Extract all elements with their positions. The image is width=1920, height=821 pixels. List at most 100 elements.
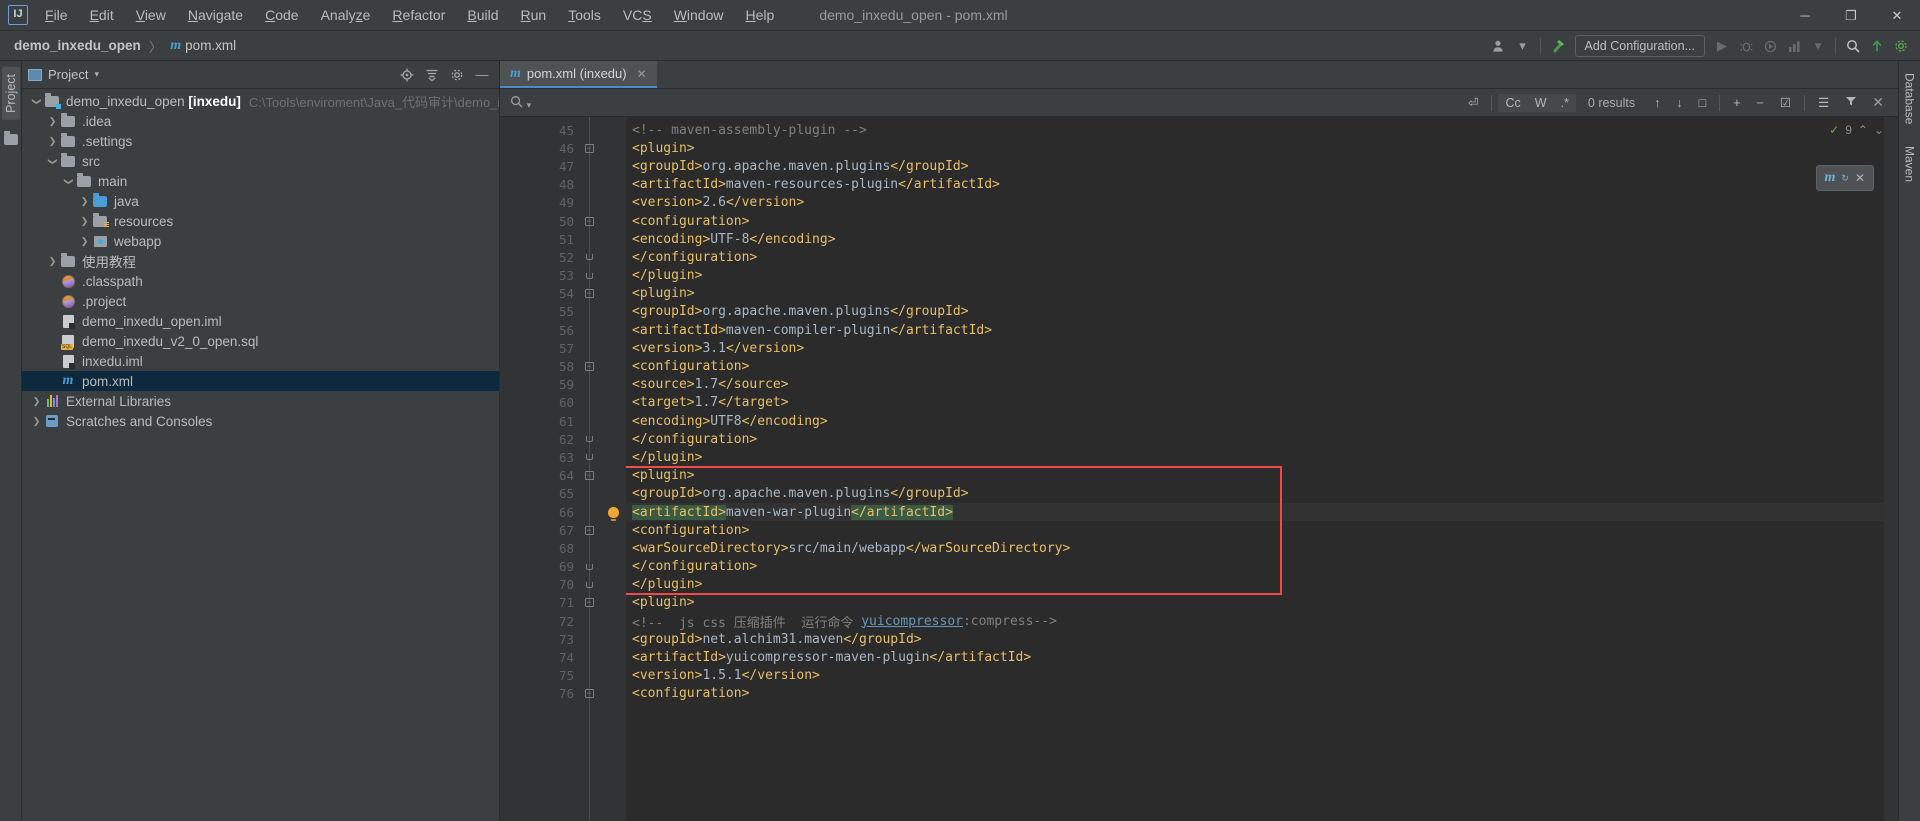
line-number[interactable]: 48 (500, 176, 578, 194)
breadcrumb-file[interactable]: m pom.xml (166, 36, 240, 56)
menu-refactor[interactable]: Refactor (381, 3, 456, 27)
fold-marker[interactable]: − (578, 212, 600, 230)
chevron-right-icon[interactable]: ❯ (30, 396, 43, 407)
code-line[interactable]: <!-- js css 压缩插件 运行命令 yuicompressor:comp… (626, 612, 1884, 630)
add-selection-button[interactable]: + (1726, 94, 1747, 112)
code-text-area[interactable]: <!-- maven-assembly-plugin --> <plugin> … (626, 117, 1884, 821)
code-line[interactable]: </configuration> (626, 558, 1884, 576)
line-number[interactable]: 46 (500, 139, 578, 157)
find-previous-button[interactable]: ↑ (1647, 94, 1667, 112)
project-file-tree[interactable]: ❯demo_inxedu_open [inxedu]C:\Tools\envir… (22, 89, 499, 821)
tree-node-demo_inxedu_open.iml[interactable]: demo_inxedu_open.iml (22, 311, 499, 331)
line-number[interactable]: 58 (500, 357, 578, 375)
fold-collapse-icon[interactable]: − (585, 471, 594, 480)
fold-marker[interactable]: − (578, 594, 600, 612)
target-locate-icon[interactable] (396, 64, 418, 86)
tree-node-src[interactable]: ❯src (22, 151, 499, 171)
line-number[interactable]: 62 (500, 430, 578, 448)
tree-node-demo_inxedu_v2_0_open.sql[interactable]: demo_inxedu_v2_0_open.sql (22, 331, 499, 351)
code-line[interactable]: </plugin> (626, 576, 1884, 594)
add-configuration-button[interactable]: Add Configuration... (1575, 35, 1706, 57)
tree-node-main[interactable]: ❯main (22, 171, 499, 191)
tree-node-external-libraries[interactable]: ❯External Libraries (22, 391, 499, 411)
line-number[interactable]: 74 (500, 648, 578, 666)
hide-panel-icon[interactable]: — (471, 64, 493, 86)
code-line[interactable]: <configuration> (626, 521, 1884, 539)
fold-end-icon[interactable] (586, 454, 593, 460)
line-number[interactable]: 65 (500, 485, 578, 503)
tree-node-.idea[interactable]: ❯.idea (22, 111, 499, 131)
line-number[interactable]: 63 (500, 448, 578, 466)
line-number[interactable]: 69 (500, 558, 578, 576)
line-number[interactable]: 57 (500, 339, 578, 357)
fold-collapse-icon[interactable]: − (585, 144, 594, 153)
code-line[interactable]: <artifactId>yuicompressor-maven-plugin</… (626, 648, 1884, 666)
fold-collapse-icon[interactable]: − (585, 689, 594, 698)
edit-occurrence-button[interactable]: ☑ (1773, 93, 1798, 112)
chevron-right-icon[interactable]: ❯ (78, 216, 91, 227)
lightbulb-icon[interactable] (608, 507, 619, 518)
fold-marker[interactable]: − (578, 685, 600, 703)
close-icon[interactable]: ✕ (1855, 171, 1865, 185)
profiler-icon[interactable] (1783, 35, 1805, 57)
line-number[interactable]: 60 (500, 394, 578, 412)
code-editor[interactable]: 4546474849505152535455565758596061626364… (500, 117, 1898, 821)
menu-help[interactable]: Help (735, 3, 786, 27)
code-line[interactable]: <artifactId>maven-compiler-plugin</artif… (626, 321, 1884, 339)
code-line[interactable]: <configuration> (626, 685, 1884, 703)
editor-tab-pomxml[interactable]: m pom.xml (inxedu) ✕ (500, 61, 657, 88)
filter-icon[interactable] (1838, 93, 1864, 112)
fold-collapse-icon[interactable]: − (585, 362, 594, 371)
inspection-next-icon[interactable]: ⌄ (1874, 123, 1884, 137)
code-line[interactable]: <configuration> (626, 357, 1884, 375)
tree-node-inxedu.iml[interactable]: inxedu.iml (22, 351, 499, 371)
fold-collapse-icon[interactable]: − (585, 289, 594, 298)
code-line[interactable]: <version>3.1</version> (626, 339, 1884, 357)
code-line[interactable]: <source>1.7</source> (626, 376, 1884, 394)
menu-tools[interactable]: Tools (557, 3, 612, 27)
code-line[interactable]: </plugin> (626, 448, 1884, 466)
line-number[interactable]: 70 (500, 576, 578, 594)
code-line[interactable]: <groupId>org.apache.maven.plugins</group… (626, 303, 1884, 321)
menu-run[interactable]: Run (510, 3, 558, 27)
chevron-down-icon[interactable]: ❯ (31, 95, 42, 108)
tree-node-.settings[interactable]: ❯.settings (22, 131, 499, 151)
code-line[interactable]: <plugin> (626, 139, 1884, 157)
fold-marker[interactable]: − (578, 357, 600, 375)
search-icon[interactable]: ▾ (500, 95, 539, 111)
line-number[interactable]: 53 (500, 267, 578, 285)
match-case-toggle[interactable]: Cc (1498, 94, 1527, 112)
rail-tab-database[interactable]: Database (1901, 67, 1919, 130)
line-number[interactable]: 76 (500, 685, 578, 703)
code-line[interactable]: <version>1.5.1</version> (626, 667, 1884, 685)
tree-node-.classpath[interactable]: .classpath (22, 271, 499, 291)
fold-marker[interactable]: − (578, 467, 600, 485)
fold-end-icon[interactable] (586, 582, 593, 588)
fold-marker[interactable] (578, 248, 600, 266)
folder-icon[interactable] (4, 134, 18, 148)
tree-node-----[interactable]: ❯使用教程 (22, 251, 499, 271)
line-number[interactable]: 68 (500, 539, 578, 557)
annotation-icon-gutter[interactable] (600, 117, 626, 821)
fold-marker[interactable] (578, 576, 600, 594)
tree-node-.project[interactable]: .project (22, 291, 499, 311)
line-number[interactable]: 71 (500, 594, 578, 612)
line-number[interactable]: 72 (500, 612, 578, 630)
fold-marker[interactable]: − (578, 521, 600, 539)
code-line[interactable]: <!-- maven-assembly-plugin --> (626, 121, 1884, 139)
fold-marker[interactable] (578, 267, 600, 285)
code-line[interactable]: <configuration> (626, 212, 1884, 230)
remove-selection-button[interactable]: − (1750, 94, 1771, 112)
user-avatar-icon[interactable] (1488, 35, 1510, 57)
line-number[interactable]: 75 (500, 667, 578, 685)
rail-tab-maven[interactable]: Maven (1901, 140, 1919, 188)
chevron-down-icon[interactable]: ▾ (1512, 35, 1534, 57)
chevron-right-icon[interactable]: ❯ (46, 256, 59, 267)
line-number[interactable]: 49 (500, 194, 578, 212)
fold-end-icon[interactable] (586, 254, 593, 260)
tree-node-resources[interactable]: ❯resources (22, 211, 499, 231)
line-number[interactable]: 67 (500, 521, 578, 539)
chevron-right-icon[interactable]: ❯ (46, 136, 59, 147)
tree-node-webapp[interactable]: ❯webapp (22, 231, 499, 251)
regex-toggle[interactable]: .* (1554, 94, 1576, 112)
